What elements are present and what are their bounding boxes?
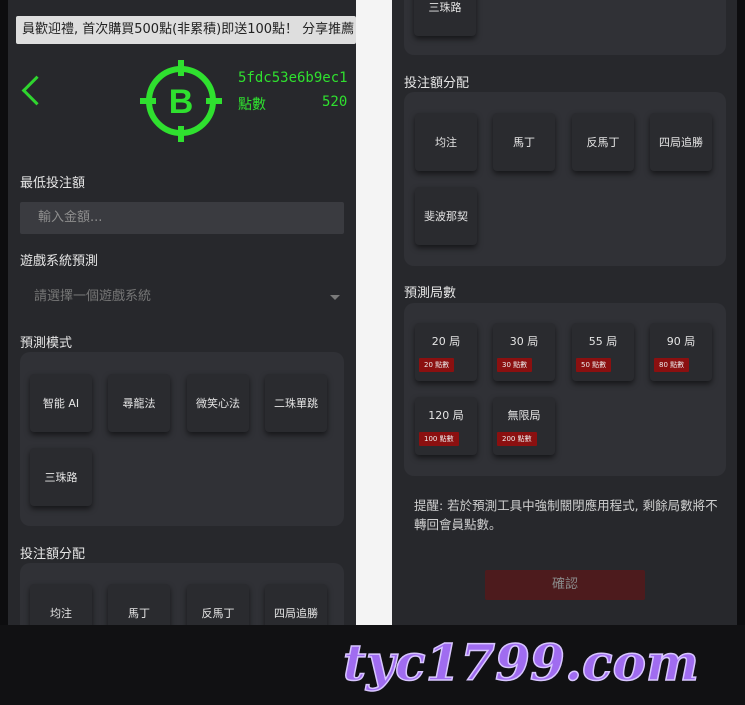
chevron-down-icon	[330, 295, 340, 300]
mode-label: 預測模式	[20, 336, 73, 351]
mode-button-three-bead[interactable]: 三珠路	[414, 0, 476, 36]
separator	[356, 0, 392, 625]
round-title: 55 局	[588, 335, 618, 348]
promo-marquee: 員歡迎禮, 首次購買500點(非累積)即送100點！ 分享推薦	[16, 16, 356, 44]
rounds-label: 預測局數	[404, 286, 457, 301]
round-cost-badge: 20 點數	[419, 358, 455, 372]
round-title: 90 局	[666, 335, 696, 348]
round-option-unlimited[interactable]: 無限局 200 點數	[493, 397, 555, 455]
watermark-text: tyc1799.com	[343, 633, 699, 692]
back-arrow-icon[interactable]	[21, 75, 52, 106]
allocation-button-reverse-martingale[interactable]: 反馬丁	[572, 113, 634, 171]
round-cost-badge: 30 點數	[497, 358, 533, 372]
mode-button-dragon[interactable]: 尋龍法	[108, 374, 170, 432]
round-option-90[interactable]: 90 局 80 點數	[650, 323, 712, 381]
allocation-button-martingale[interactable]: 馬丁	[108, 584, 170, 625]
mode-button-three-bead[interactable]: 三珠路	[30, 448, 92, 506]
watermark-logo: tyc1799.com	[342, 632, 699, 693]
allocation-button-flat[interactable]: 均注	[415, 113, 477, 171]
allocation-button-four-round[interactable]: 四局追勝	[265, 584, 327, 625]
svg-text:B: B	[169, 83, 194, 121]
round-title: 120 局	[428, 409, 464, 422]
mode-button-ai[interactable]: 智能 AI	[30, 374, 92, 432]
allocation-button-fibonacci[interactable]: 斐波那契	[415, 187, 477, 245]
round-cost-badge: 100 點數	[419, 432, 459, 446]
round-cost-badge: 200 點數	[497, 432, 537, 446]
round-cost-badge: 50 點數	[576, 358, 612, 372]
round-option-20[interactable]: 20 局 20 點數	[415, 323, 477, 381]
allocation-label: 投注額分配	[20, 547, 86, 562]
confirm-button[interactable]: 確認	[485, 570, 645, 600]
left-screen: 員歡迎禮, 首次購買500點(非累積)即送100點！ 分享推薦 B 5fdc53…	[8, 0, 356, 625]
round-option-30[interactable]: 30 局 30 點數	[493, 323, 555, 381]
round-option-120[interactable]: 120 局 100 點數	[415, 397, 477, 455]
allocation-button-four-round[interactable]: 四局追勝	[650, 113, 712, 171]
round-title: 20 局	[431, 335, 461, 348]
round-option-55[interactable]: 55 局 50 點數	[572, 323, 634, 381]
round-title: 30 局	[509, 335, 539, 348]
round-title: 無限局	[507, 409, 541, 422]
allocation-button-flat[interactable]: 均注	[30, 584, 92, 625]
game-system-label: 遊戲系統預測	[20, 254, 99, 269]
mode-button-two-bead[interactable]: 二珠單跳	[265, 374, 327, 432]
mode-button-smile[interactable]: 微笑心法	[187, 374, 249, 432]
points-label: 點數	[238, 97, 266, 113]
bitcoin-target-logo-icon: B	[140, 60, 222, 142]
game-system-select[interactable]: 請選擇一個遊戲系統	[34, 282, 334, 312]
round-cost-badge: 80 點數	[654, 358, 690, 372]
points-value: 520	[322, 94, 348, 110]
allocation-label: 投注額分配	[404, 76, 470, 91]
warning-notice: 提醒: 若於預測工具中強制關閉應用程式, 剩餘局數將不轉回會員點數。	[414, 498, 718, 532]
min-bet-label: 最低投注額	[20, 176, 86, 191]
user-id: 5fdc53e6b9ec1	[238, 70, 348, 86]
allocation-button-martingale[interactable]: 馬丁	[493, 113, 555, 171]
right-screen: 三珠路 投注額分配 均注 馬丁 反馬丁 四局追勝 斐波那契 預測局數 20 局 …	[392, 0, 737, 625]
allocation-button-reverse-martingale[interactable]: 反馬丁	[187, 584, 249, 625]
min-bet-input[interactable]: 輸入金額...	[20, 202, 344, 234]
